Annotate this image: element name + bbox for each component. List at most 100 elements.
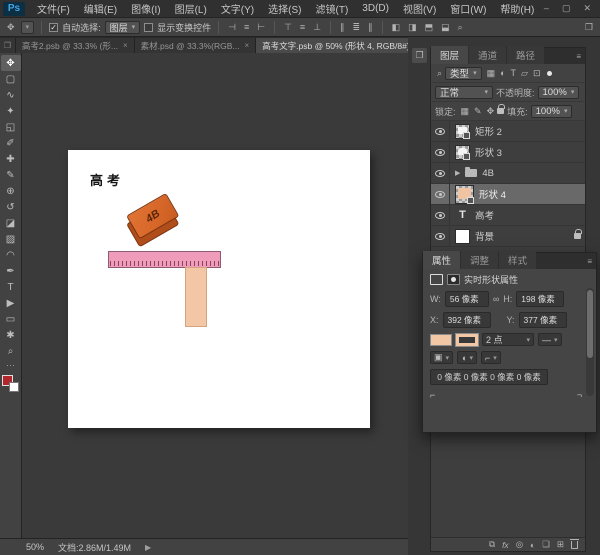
toolbar-overflow-icon[interactable]: ⋯ (6, 360, 15, 371)
visibility-toggle[interactable] (431, 121, 450, 141)
marquee-tool[interactable]: ▢ (1, 71, 21, 87)
crop-tool[interactable]: ◱ (1, 119, 21, 135)
collapsed-panel-icon[interactable]: ❐ (412, 48, 427, 63)
blend-mode-dropdown[interactable]: 正常 ▾ (435, 85, 493, 99)
filter-smart-object-icon[interactable]: ⊡ (533, 68, 541, 79)
close-tab-icon[interactable]: × (123, 41, 128, 50)
mask-properties-icon[interactable] (447, 274, 460, 285)
stroke-color-swatch[interactable] (455, 332, 479, 347)
align-bottom-icon[interactable]: ⊥ (311, 22, 323, 33)
align-left-icon[interactable]: ⊣ (226, 22, 238, 33)
tab-paths[interactable]: 路径 (507, 46, 545, 64)
width-field[interactable]: 56 像素 (444, 291, 489, 307)
stroke-align-dropdown[interactable]: ▣ ▾ (430, 351, 454, 364)
corner-top-right-icon[interactable]: ¬ (577, 390, 582, 400)
menu-3d[interactable]: 3D(D) (355, 0, 396, 17)
shape-tool[interactable]: ▭ (1, 311, 21, 327)
3d-mode-icon-3[interactable]: ⬒ (423, 22, 436, 33)
3d-mode-icon-2[interactable]: ◨ (406, 22, 419, 33)
gradient-tool[interactable]: ▨ (1, 231, 21, 247)
layer-style-fx-icon[interactable]: fx (502, 540, 509, 550)
minimize-button[interactable]: – (544, 3, 549, 14)
type-tool[interactable]: T (1, 279, 21, 295)
y-field[interactable]: 377 像素 (518, 312, 567, 328)
filter-toggle-icon[interactable] (546, 70, 552, 76)
auto-select-target-dropdown[interactable]: 图层 ▾ (104, 20, 141, 34)
layer-row-shape-3[interactable]: 形状 3 (431, 142, 585, 163)
menu-edit[interactable]: 编辑(E) (77, 0, 124, 17)
scrollbar-thumb[interactable] (587, 290, 593, 358)
background-color-swatch[interactable] (9, 382, 19, 392)
align-center-h-icon[interactable]: ≡ (242, 22, 251, 32)
link-dimensions-icon[interactable]: ∞ (493, 294, 499, 304)
layer-row-text-gaokao[interactable]: T 高考 (431, 205, 585, 226)
filter-adjustment-icon[interactable]: ◐ (500, 68, 505, 78)
tab-styles[interactable]: 样式 (499, 251, 537, 269)
tab-properties[interactable]: 属性 (423, 251, 461, 269)
tab-adjustments[interactable]: 调整 (461, 251, 499, 269)
clone-stamp-tool[interactable]: ⊕ (1, 183, 21, 199)
filter-text-icon[interactable]: T (511, 68, 517, 78)
fill-dropdown[interactable]: 100% ▾ (530, 104, 573, 118)
3d-mode-icon-1[interactable]: ◧ (390, 22, 403, 33)
menu-view[interactable]: 视图(V) (396, 0, 443, 17)
document-canvas[interactable]: 高考 4B (68, 150, 370, 428)
menu-select[interactable]: 选择(S) (261, 0, 308, 17)
document-tab-1[interactable]: 高考2.psb @ 33.3% (形... × (15, 38, 135, 53)
stroke-style-dropdown[interactable]: — ▾ (538, 333, 562, 346)
healing-brush-tool[interactable]: ✚ (1, 151, 21, 167)
show-transform-checkbox[interactable] (144, 22, 154, 32)
align-right-icon[interactable]: ⊢ (255, 22, 267, 33)
lock-transparent-icon[interactable]: ▦ (461, 106, 470, 117)
visibility-toggle[interactable] (431, 142, 450, 162)
opacity-dropdown[interactable]: 100% ▾ (537, 85, 580, 99)
distribute-center-icon[interactable]: ∥ (366, 22, 375, 33)
stroke-width-dropdown[interactable]: 2 点 ▾ (482, 333, 534, 346)
link-layers-icon[interactable]: ⧉ (489, 539, 495, 550)
lock-position-icon[interactable]: ✥ (487, 106, 495, 117)
move-tool[interactable]: ✥ (0, 55, 21, 71)
new-group-icon[interactable]: ❑ (542, 539, 550, 550)
workspace-switcher-icon[interactable]: ❐ (583, 22, 595, 33)
align-top-icon[interactable]: ⊤ (282, 22, 294, 33)
corner-top-left-icon[interactable]: ⌐ (430, 390, 435, 400)
lasso-tool[interactable]: ∿ (1, 87, 21, 103)
visibility-toggle[interactable] (431, 205, 450, 225)
height-field[interactable]: 198 像素 (516, 291, 565, 307)
layer-row-shape-4-selected[interactable]: 形状 4 (431, 184, 585, 205)
visibility-toggle[interactable] (431, 163, 450, 183)
corner-radii-field[interactable]: 0 像素 0 像素 0 像素 0 像素 (430, 369, 548, 385)
eraser-tool[interactable]: ◪ (1, 215, 21, 231)
menu-layer[interactable]: 图层(L) (168, 0, 214, 17)
brush-tool[interactable]: ✎ (1, 167, 21, 183)
panel-menu-icon[interactable]: ≡ (587, 257, 596, 269)
tab-layers[interactable]: 图层 (431, 46, 469, 64)
adjustment-layer-icon[interactable]: ◐ (530, 540, 535, 550)
path-selection-tool[interactable]: ▶ (1, 295, 21, 311)
eyedropper-tool[interactable]: ✐ (1, 135, 21, 151)
zoom-level-field[interactable]: 50% (26, 542, 44, 552)
x-field[interactable]: 392 像素 (442, 312, 491, 328)
tool-preset-arrow-icon[interactable]: ▾ (20, 20, 35, 34)
layer-row-background[interactable]: 背景 (431, 226, 585, 247)
maximize-button[interactable]: ▢ (562, 3, 571, 14)
menu-type[interactable]: 文字(Y) (214, 0, 261, 17)
visibility-toggle[interactable] (431, 226, 450, 246)
close-button[interactable]: ✕ (583, 3, 591, 14)
history-brush-tool[interactable]: ↺ (1, 199, 21, 215)
document-tab-3-active[interactable]: 高考文字.psb @ 50% (形状 4, RGB/8#) * × (256, 38, 432, 53)
visibility-toggle[interactable] (431, 184, 450, 204)
hand-tool[interactable]: ✱ (1, 327, 21, 343)
3d-zoom-icon[interactable]: ⌕ (456, 22, 465, 33)
3d-mode-icon-4[interactable]: ⬓ (439, 22, 452, 33)
auto-select-checkbox[interactable]: ✓ (49, 22, 59, 32)
filter-pixel-icon[interactable]: ▦ (487, 68, 496, 79)
properties-scrollbar[interactable] (586, 288, 594, 396)
stroke-corner-dropdown[interactable]: ⌐ ▾ (480, 351, 501, 364)
stroke-cap-dropdown[interactable]: ◖ ▾ (457, 351, 477, 364)
filter-shape-icon[interactable]: ▱ (521, 68, 528, 79)
menu-window[interactable]: 窗口(W) (443, 0, 493, 17)
distribute-h-icon[interactable]: ∥ (338, 22, 347, 33)
layer-row-group-4b[interactable]: ▶ 4B (431, 163, 585, 184)
layer-row-rectangle-2[interactable]: 矩形 2 (431, 121, 585, 142)
